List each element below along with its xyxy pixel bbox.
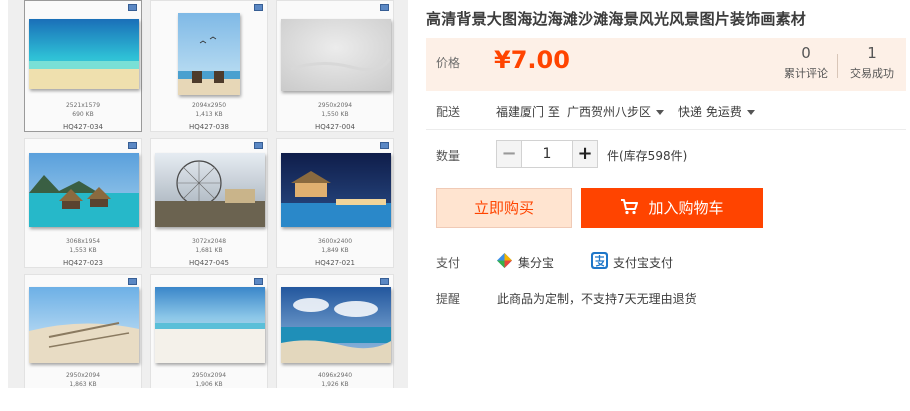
chevron-down-icon (656, 110, 665, 115)
dune-fence-thumbnail (29, 287, 139, 363)
image-dimensions: 3600x2400 (317, 238, 353, 245)
jifenbao-icon (497, 253, 512, 268)
image-code: HQ427-045 (188, 259, 230, 267)
image-dimensions: 2521x1579 (65, 102, 101, 109)
sales-count[interactable]: 1 交易成功 (844, 44, 900, 81)
white-beach-thumbnail (155, 287, 265, 363)
image-code: HQ427-004 (314, 123, 356, 131)
image-filesize: 1,413 KB (195, 111, 223, 118)
shipping-method-select[interactable]: 快递 免运费 (678, 103, 755, 120)
sand-texture-thumbnail (281, 19, 391, 91)
gallery-tile[interactable]: 3068x1954 1,553 KB HQ427-023 (24, 138, 142, 268)
stat-divider (837, 54, 838, 78)
shipping-from: 福建厦门 至 (496, 105, 560, 119)
image-file-icon (254, 4, 263, 11)
product-page: 2521x1579 690 KB HQ427-034 2094x2950 1,4… (0, 0, 910, 411)
image-file-icon (128, 278, 137, 285)
quantity-input[interactable]: 1 (522, 140, 572, 168)
image-filesize: 1,553 KB (69, 247, 97, 254)
destination-value: 广西贺州八步区 (567, 105, 652, 119)
image-code: HQ427-023 (62, 259, 104, 267)
image-filesize: 690 KB (72, 111, 94, 118)
image-dimensions: 2950x2094 (191, 372, 227, 379)
gallery-tile[interactable]: 2950x2094 1,863 KB (24, 274, 142, 388)
review-count-label: 累计评论 (784, 67, 828, 80)
payment-label: 支付 (436, 256, 461, 270)
reminder-text: 此商品为定制，不支持7天无理由退货 (497, 292, 697, 306)
gallery-tile[interactable]: 3072x2048 1,681 KB HQ427-045 (150, 138, 268, 268)
alipay-icon (591, 252, 608, 269)
ferris-wheel-thumbnail (155, 153, 265, 227)
image-dimensions: 2950x2094 (317, 102, 353, 109)
image-filesize: 1,681 KB (195, 247, 223, 254)
sales-count-label: 交易成功 (850, 67, 894, 80)
payment-method-alipay: 支付宝支付 (613, 256, 674, 270)
image-dimensions: 4096x2940 (317, 372, 353, 379)
price-value: ¥7.00 (494, 46, 570, 74)
cart-icon (621, 199, 639, 215)
image-file-icon (380, 4, 389, 11)
image-file-icon (380, 278, 389, 285)
image-code: HQ427-038 (188, 123, 230, 131)
destination-select[interactable]: 广西贺州八步区 (567, 103, 665, 120)
quantity-decrease-button[interactable]: − (496, 140, 522, 168)
gallery-tile[interactable]: 2950x2094 1,550 KB HQ427-004 (276, 0, 394, 132)
image-file-icon (128, 142, 137, 149)
image-filesize: 1,926 KB (321, 381, 349, 388)
image-file-icon (380, 142, 389, 149)
add-to-cart-label: 加入购物车 (648, 199, 724, 217)
image-code: HQ427-034 (62, 123, 104, 131)
image-filesize: 1,849 KB (321, 247, 349, 254)
image-filesize: 1,550 KB (321, 111, 349, 118)
shipping-method-value: 快递 免运费 (678, 105, 742, 119)
product-title: 高清背景大图海边海滩沙滩海景风光风景图片装饰画素材 (426, 10, 807, 28)
gallery-tile[interactable]: 2094x2950 1,413 KB HQ427-038 (150, 0, 268, 132)
image-code: HQ427-021 (314, 259, 356, 267)
gallery-tile[interactable]: 2521x1579 690 KB HQ427-034 (24, 0, 142, 132)
image-file-icon (254, 278, 263, 285)
price-label: 价格 (436, 56, 461, 70)
image-filesize: 1,863 KB (69, 381, 97, 388)
waves-thumbnail (281, 287, 391, 363)
quantity-increase-button[interactable]: + (572, 140, 598, 168)
quantity-label: 数量 (436, 149, 461, 163)
beach-chairs-thumbnail (178, 13, 240, 95)
gallery-tile[interactable]: 4096x2940 1,926 KB (276, 274, 394, 388)
review-count[interactable]: 0 累计评论 (778, 44, 834, 81)
image-dimensions: 2094x2950 (191, 102, 227, 109)
gallery-tile[interactable]: 3600x2400 1,849 KB HQ427-021 (276, 138, 394, 268)
payment-method-jifenbao: 集分宝 (518, 256, 555, 270)
bungalow-thumbnail (29, 153, 139, 227)
add-to-cart-button[interactable]: 加入购物车 (581, 188, 763, 228)
beach-thumbnail (29, 19, 139, 89)
image-filesize: 1,906 KB (195, 381, 223, 388)
gallery-tile[interactable]: 2950x2094 1,906 KB (150, 274, 268, 388)
image-dimensions: 2950x2094 (65, 372, 101, 379)
reminder-label: 提醒 (436, 292, 461, 306)
image-file-icon (254, 142, 263, 149)
image-dimensions: 3072x2048 (191, 238, 227, 245)
section-divider (426, 129, 906, 130)
shipping-label: 配送 (436, 105, 461, 119)
price-box: 价格 ¥7.00 0 累计评论 1 交易成功 (426, 38, 906, 91)
review-count-value: 0 (801, 44, 811, 62)
image-dimensions: 3068x1954 (65, 238, 101, 245)
chevron-down-icon (746, 110, 755, 115)
buy-now-button[interactable]: 立即购买 (436, 188, 572, 228)
image-gallery: 2521x1579 690 KB HQ427-034 2094x2950 1,4… (8, 0, 408, 388)
night-resort-thumbnail (281, 153, 391, 227)
image-file-icon (128, 4, 137, 11)
sales-count-value: 1 (867, 44, 877, 62)
stock-info: 件(库存598件) (607, 149, 688, 163)
